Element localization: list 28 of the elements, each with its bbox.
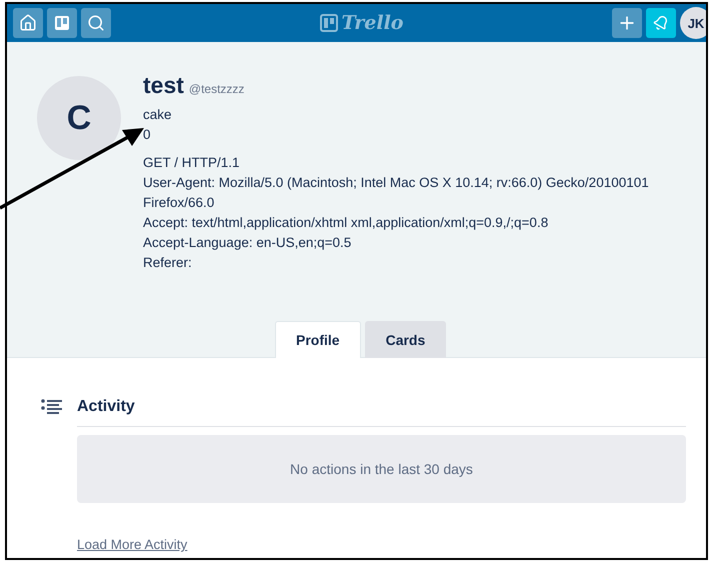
user-avatar[interactable]: JK <box>680 7 706 39</box>
empty-message: No actions in the last 30 days <box>290 461 473 477</box>
profile-text: cake <box>143 106 173 124</box>
request-line: GET / HTTP/1.1 <box>143 154 241 172</box>
profile-text: 0 <box>143 126 152 144</box>
request-line: Accept: text/html,application/xhtml xml,application/xml;q=0.9,/;q=0.8 <box>143 214 550 232</box>
list-icon <box>41 399 63 415</box>
username: @testzzzz <box>188 82 244 96</box>
load-more-link[interactable]: Load More Activity <box>77 537 188 552</box>
create-button[interactable] <box>612 8 642 38</box>
profile-name: test <box>143 72 184 99</box>
search-icon <box>87 14 105 32</box>
search-button[interactable] <box>81 8 111 38</box>
request-line: Firefox/66.0 <box>143 194 216 212</box>
board-icon <box>54 15 70 31</box>
board-logo-icon <box>320 14 338 32</box>
tab[interactable]: Cards <box>364 321 446 358</box>
notifications-button[interactable] <box>646 8 676 38</box>
home-button[interactable] <box>13 8 43 38</box>
boards-button[interactable] <box>47 8 77 38</box>
request-line: User-Agent: Mozilla/5.0 (Macintosh; Intel Mac OS X 10.14; rv:66.0) Gecko/20100101 <box>143 174 649 192</box>
activity-title: Activity <box>77 398 135 416</box>
home-icon <box>19 14 37 32</box>
request-line: Accept-Language: en-US,en;q=0.5 <box>143 234 352 252</box>
tab[interactable]: Profile <box>275 321 361 358</box>
profile-avatar: C <box>37 76 121 160</box>
request-line: Referer: <box>143 254 193 272</box>
logo-text: Trello <box>342 12 404 34</box>
